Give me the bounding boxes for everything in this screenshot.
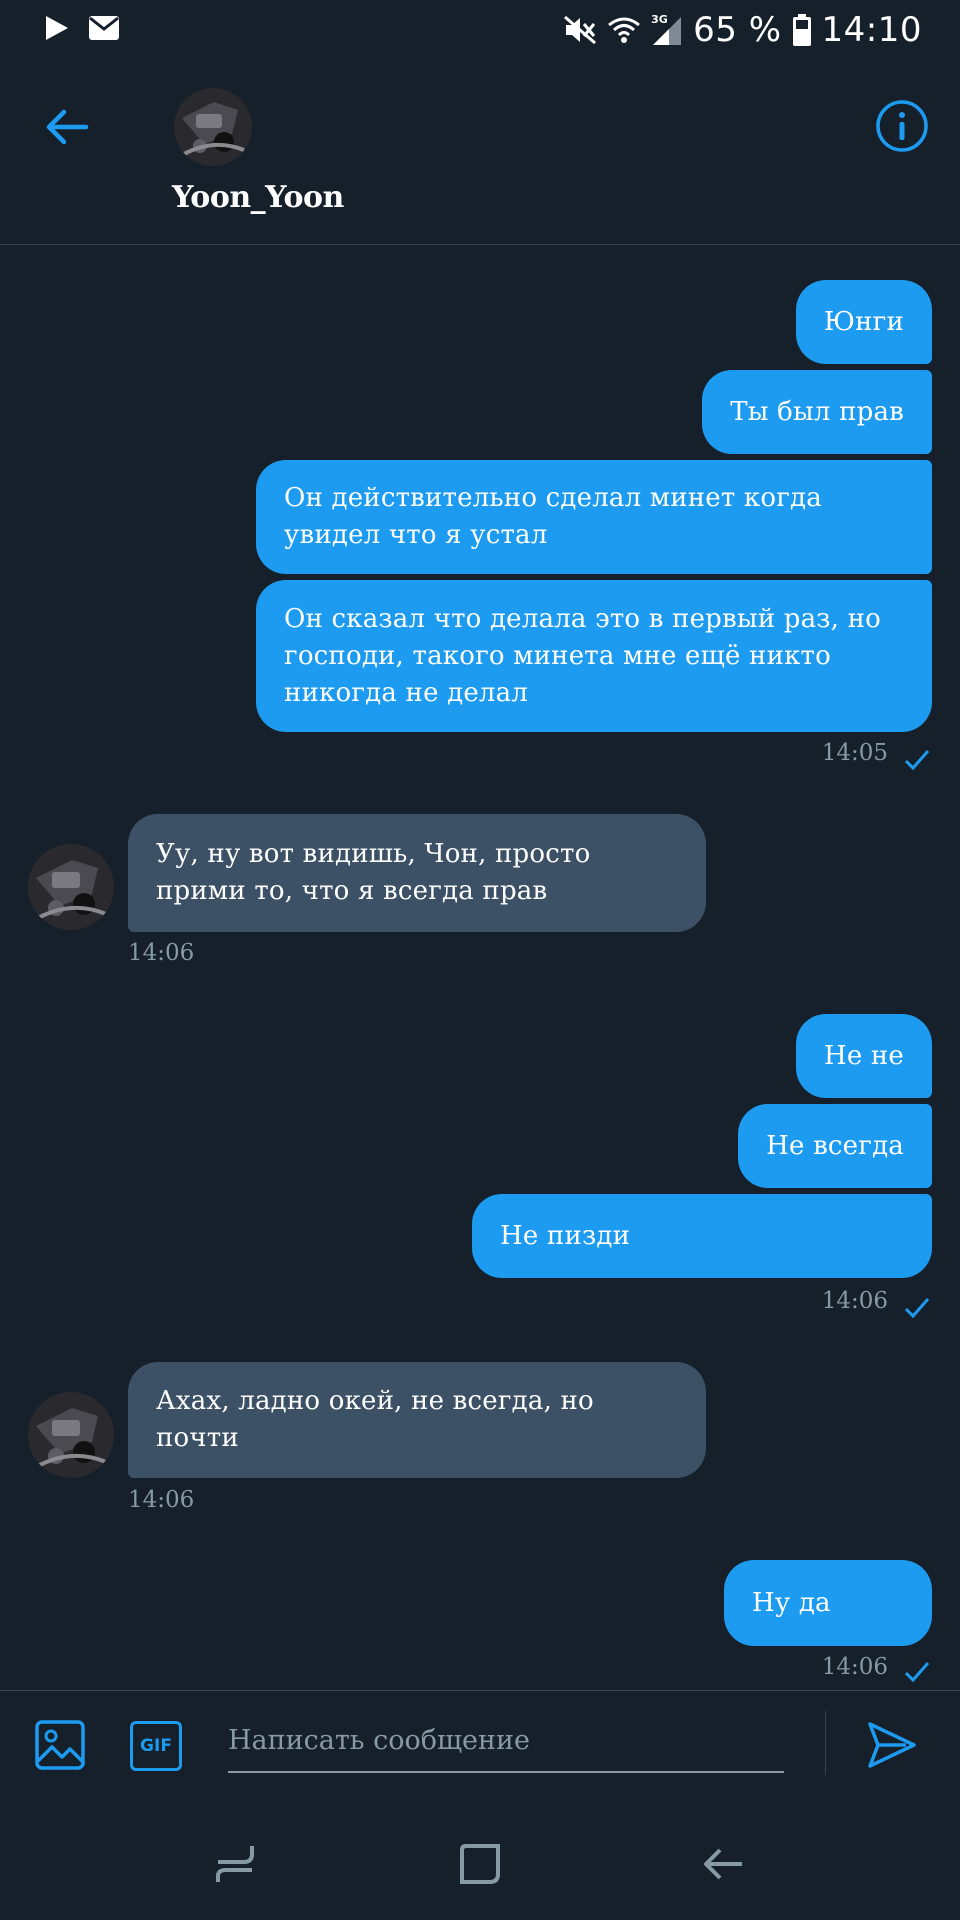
message-bubble-outgoing[interactable]: Не всегда — [738, 1104, 932, 1188]
message-timestamp: 14:06 — [821, 1288, 888, 1314]
gif-label: GIF — [140, 1736, 172, 1756]
mail-icon — [89, 16, 119, 40]
read-check-icon — [904, 750, 930, 771]
play-icon — [46, 16, 68, 40]
username[interactable]: Yoon_Yoon — [172, 180, 344, 215]
message-timestamp: 14:06 — [821, 1654, 888, 1680]
read-check-icon — [904, 1298, 930, 1319]
read-check-icon — [904, 1662, 930, 1683]
message-bubble-outgoing[interactable]: Ты был прав — [702, 370, 932, 454]
avatar[interactable] — [28, 1392, 114, 1478]
recent-apps-icon[interactable] — [214, 1842, 258, 1886]
input-underline — [228, 1771, 784, 1773]
message-bubble-outgoing[interactable]: Юнги — [795, 280, 932, 364]
avatar[interactable] — [174, 88, 252, 166]
message-bubble-outgoing[interactable]: Не не — [795, 1014, 932, 1098]
system-nav-bar — [0, 1800, 960, 1920]
nav-back-icon[interactable] — [702, 1842, 746, 1886]
gif-icon[interactable]: GIF — [130, 1721, 182, 1771]
back-arrow-icon[interactable] — [40, 100, 94, 154]
battery-icon — [792, 14, 811, 46]
image-icon[interactable] — [34, 1719, 86, 1771]
message-bubble-incoming[interactable]: Уу, ну вот видишь, Чон, просто прими то,… — [128, 814, 706, 932]
avatar[interactable] — [28, 844, 114, 930]
divider — [825, 1711, 826, 1775]
conversation-header: Yoon_Yoon — [0, 58, 960, 245]
message-timestamp: 14:06 — [128, 940, 195, 966]
message-bubble-outgoing[interactable]: Ну да — [724, 1560, 932, 1646]
message-timestamp: 14:05 — [821, 740, 888, 766]
status-bar: 3G 65 % 14:10 — [0, 0, 960, 58]
signal-icon: 3G — [651, 13, 683, 47]
message-bubble-incoming[interactable]: Ахах, ладно окей, не всегда, но почти — [128, 1362, 706, 1478]
send-icon[interactable] — [866, 1719, 918, 1771]
message-timestamp: 14:06 — [128, 1487, 195, 1513]
message-composer: GIF Написать сообщение — [0, 1690, 960, 1801]
battery-percent: 65 % — [693, 10, 782, 50]
home-icon[interactable] — [458, 1842, 502, 1886]
clock: 14:10 — [821, 10, 922, 50]
message-bubble-outgoing[interactable]: Он действительно сделал минет когда увид… — [256, 460, 932, 574]
info-icon[interactable] — [874, 98, 930, 154]
message-bubble-outgoing[interactable]: Он сказал что делала это в первый раз, н… — [256, 580, 932, 732]
message-input[interactable]: Написать сообщение — [228, 1725, 530, 1756]
wifi-icon — [608, 17, 641, 43]
mute-icon — [564, 15, 597, 45]
message-bubble-outgoing[interactable]: Не пизди — [472, 1194, 932, 1278]
